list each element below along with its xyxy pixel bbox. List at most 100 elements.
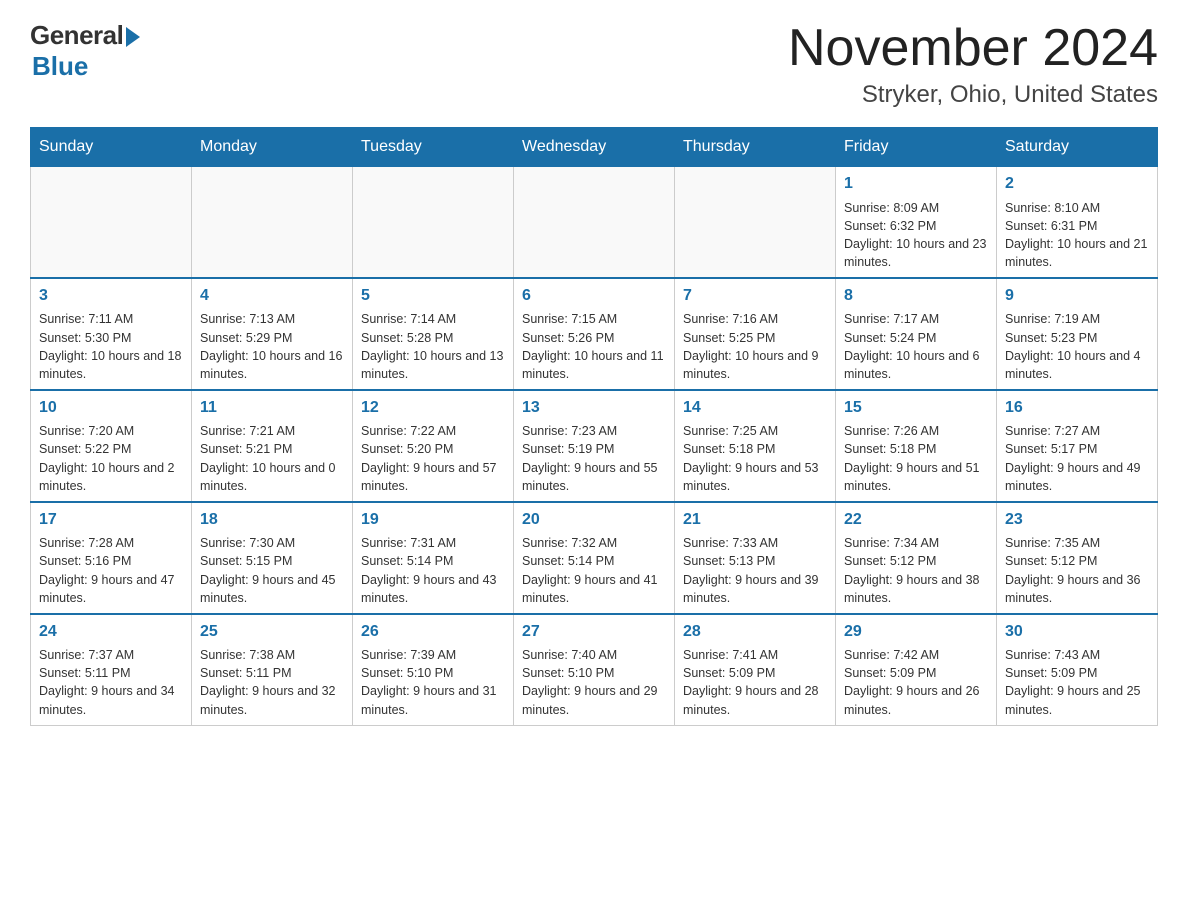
calendar-cell: 5 Sunrise: 7:14 AMSunset: 5:28 PMDaylight…	[353, 278, 514, 390]
day-info: Sunrise: 7:30 AMSunset: 5:15 PMDaylight:…	[200, 534, 344, 607]
calendar-cell: 10 Sunrise: 7:20 AMSunset: 5:22 PMDayligh…	[31, 390, 192, 502]
day-info: Sunrise: 7:20 AMSunset: 5:22 PMDaylight:…	[39, 422, 183, 495]
calendar-cell	[675, 167, 836, 278]
day-info: Sunrise: 7:37 AMSunset: 5:11 PMDaylight:…	[39, 646, 183, 719]
day-number: 30	[1005, 621, 1149, 643]
day-number: 10	[39, 397, 183, 419]
day-info: Sunrise: 7:23 AMSunset: 5:19 PMDaylight:…	[522, 422, 666, 495]
day-number: 24	[39, 621, 183, 643]
day-number: 25	[200, 621, 344, 643]
calendar-cell: 22 Sunrise: 7:34 AMSunset: 5:12 PMDayligh…	[836, 502, 997, 614]
day-info: Sunrise: 7:27 AMSunset: 5:17 PMDaylight:…	[1005, 422, 1149, 495]
day-info: Sunrise: 7:13 AMSunset: 5:29 PMDaylight:…	[200, 310, 344, 383]
day-number: 6	[522, 285, 666, 307]
calendar-cell: 27Sunrise: 7:40 AMSunset: 5:10 PMDayligh…	[514, 614, 675, 725]
calendar-cell: 9 Sunrise: 7:19 AMSunset: 5:23 PMDaylight…	[997, 278, 1158, 390]
calendar-table: SundayMondayTuesdayWednesdayThursdayFrid…	[30, 127, 1158, 725]
day-number: 18	[200, 509, 344, 531]
calendar-cell: 7 Sunrise: 7:16 AMSunset: 5:25 PMDaylight…	[675, 278, 836, 390]
calendar-cell: 16 Sunrise: 7:27 AMSunset: 5:17 PMDayligh…	[997, 390, 1158, 502]
day-info: Sunrise: 7:39 AMSunset: 5:10 PMDaylight:…	[361, 646, 505, 719]
day-number: 21	[683, 509, 827, 531]
day-number: 28	[683, 621, 827, 643]
calendar-cell	[514, 167, 675, 278]
day-number: 19	[361, 509, 505, 531]
day-number: 20	[522, 509, 666, 531]
day-number: 15	[844, 397, 988, 419]
calendar-header-sunday: Sunday	[31, 128, 192, 167]
day-number: 9	[1005, 285, 1149, 307]
day-number: 2	[1005, 173, 1149, 195]
calendar-header-friday: Friday	[836, 128, 997, 167]
calendar-cell: 29 Sunrise: 7:42 AMSunset: 5:09 PMDayligh…	[836, 614, 997, 725]
day-info: Sunrise: 7:33 AMSunset: 5:13 PMDaylight:…	[683, 534, 827, 607]
day-number: 1	[844, 173, 988, 195]
day-number: 27	[522, 621, 666, 643]
calendar-cell: 13 Sunrise: 7:23 AMSunset: 5:19 PMDayligh…	[514, 390, 675, 502]
day-info: Sunrise: 7:38 AMSunset: 5:11 PMDaylight:…	[200, 646, 344, 719]
day-info: Sunrise: 7:35 AMSunset: 5:12 PMDaylight:…	[1005, 534, 1149, 607]
day-info: Sunrise: 7:31 AMSunset: 5:14 PMDaylight:…	[361, 534, 505, 607]
calendar-cell: 25 Sunrise: 7:38 AMSunset: 5:11 PMDayligh…	[192, 614, 353, 725]
calendar-header-saturday: Saturday	[997, 128, 1158, 167]
day-number: 26	[361, 621, 505, 643]
day-info: Sunrise: 7:34 AMSunset: 5:12 PMDaylight:…	[844, 534, 988, 607]
calendar-cell: 2 Sunrise: 8:10 AMSunset: 6:31 PMDaylight…	[997, 167, 1158, 278]
calendar-header-row: SundayMondayTuesdayWednesdayThursdayFrid…	[31, 128, 1158, 167]
calendar-cell: 11 Sunrise: 7:21 AMSunset: 5:21 PMDayligh…	[192, 390, 353, 502]
calendar-cell: 12Sunrise: 7:22 AMSunset: 5:20 PMDayligh…	[353, 390, 514, 502]
calendar-cell	[31, 167, 192, 278]
calendar-cell	[192, 167, 353, 278]
calendar-cell: 6 Sunrise: 7:15 AMSunset: 5:26 PMDaylight…	[514, 278, 675, 390]
day-number: 29	[844, 621, 988, 643]
day-number: 4	[200, 285, 344, 307]
day-info: Sunrise: 7:14 AMSunset: 5:28 PMDaylight:…	[361, 310, 505, 383]
day-info: Sunrise: 7:19 AMSunset: 5:23 PMDaylight:…	[1005, 310, 1149, 383]
calendar-cell: 3Sunrise: 7:11 AMSunset: 5:30 PMDaylight…	[31, 278, 192, 390]
calendar-cell: 28Sunrise: 7:41 AMSunset: 5:09 PMDayligh…	[675, 614, 836, 725]
day-number: 17	[39, 509, 183, 531]
calendar-cell: 19 Sunrise: 7:31 AMSunset: 5:14 PMDayligh…	[353, 502, 514, 614]
day-number: 11	[200, 397, 344, 419]
calendar-title: November 2024	[788, 20, 1158, 77]
calendar-cell: 24 Sunrise: 7:37 AMSunset: 5:11 PMDayligh…	[31, 614, 192, 725]
calendar-week-row-3: 10 Sunrise: 7:20 AMSunset: 5:22 PMDayligh…	[31, 390, 1158, 502]
calendar-week-row-1: 1 Sunrise: 8:09 AMSunset: 6:32 PMDaylight…	[31, 167, 1158, 278]
calendar-cell	[353, 167, 514, 278]
day-number: 13	[522, 397, 666, 419]
calendar-cell: 17 Sunrise: 7:28 AMSunset: 5:16 PMDayligh…	[31, 502, 192, 614]
calendar-header-wednesday: Wednesday	[514, 128, 675, 167]
logo-arrow-icon	[126, 27, 140, 47]
day-info: Sunrise: 7:32 AMSunset: 5:14 PMDaylight:…	[522, 534, 666, 607]
day-number: 5	[361, 285, 505, 307]
calendar-cell: 8Sunrise: 7:17 AMSunset: 5:24 PMDaylight…	[836, 278, 997, 390]
day-info: Sunrise: 7:26 AMSunset: 5:18 PMDaylight:…	[844, 422, 988, 495]
calendar-cell: 26 Sunrise: 7:39 AMSunset: 5:10 PMDayligh…	[353, 614, 514, 725]
day-info: Sunrise: 7:42 AMSunset: 5:09 PMDaylight:…	[844, 646, 988, 719]
logo-blue-text: Blue	[32, 51, 88, 82]
calendar-cell: 18 Sunrise: 7:30 AMSunset: 5:15 PMDayligh…	[192, 502, 353, 614]
day-number: 22	[844, 509, 988, 531]
day-info: Sunrise: 7:43 AMSunset: 5:09 PMDaylight:…	[1005, 646, 1149, 719]
day-number: 23	[1005, 509, 1149, 531]
day-number: 7	[683, 285, 827, 307]
calendar-header-monday: Monday	[192, 128, 353, 167]
day-number: 16	[1005, 397, 1149, 419]
day-info: Sunrise: 7:28 AMSunset: 5:16 PMDaylight:…	[39, 534, 183, 607]
day-info: Sunrise: 7:25 AMSunset: 5:18 PMDaylight:…	[683, 422, 827, 495]
day-info: Sunrise: 8:09 AMSunset: 6:32 PMDaylight:…	[844, 199, 988, 272]
day-info: Sunrise: 7:21 AMSunset: 5:21 PMDaylight:…	[200, 422, 344, 495]
day-info: Sunrise: 8:10 AMSunset: 6:31 PMDaylight:…	[1005, 199, 1149, 272]
day-info: Sunrise: 7:22 AMSunset: 5:20 PMDaylight:…	[361, 422, 505, 495]
day-number: 3	[39, 285, 183, 307]
calendar-week-row-5: 24 Sunrise: 7:37 AMSunset: 5:11 PMDayligh…	[31, 614, 1158, 725]
calendar-week-row-2: 3Sunrise: 7:11 AMSunset: 5:30 PMDaylight…	[31, 278, 1158, 390]
page-header: General Blue November 2024 Stryker, Ohio…	[30, 20, 1158, 109]
calendar-header-tuesday: Tuesday	[353, 128, 514, 167]
calendar-cell: 20 Sunrise: 7:32 AMSunset: 5:14 PMDayligh…	[514, 502, 675, 614]
calendar-location: Stryker, Ohio, United States	[788, 81, 1158, 109]
day-number: 14	[683, 397, 827, 419]
day-info: Sunrise: 7:16 AMSunset: 5:25 PMDaylight:…	[683, 310, 827, 383]
day-number: 8	[844, 285, 988, 307]
day-info: Sunrise: 7:15 AMSunset: 5:26 PMDaylight:…	[522, 310, 666, 383]
